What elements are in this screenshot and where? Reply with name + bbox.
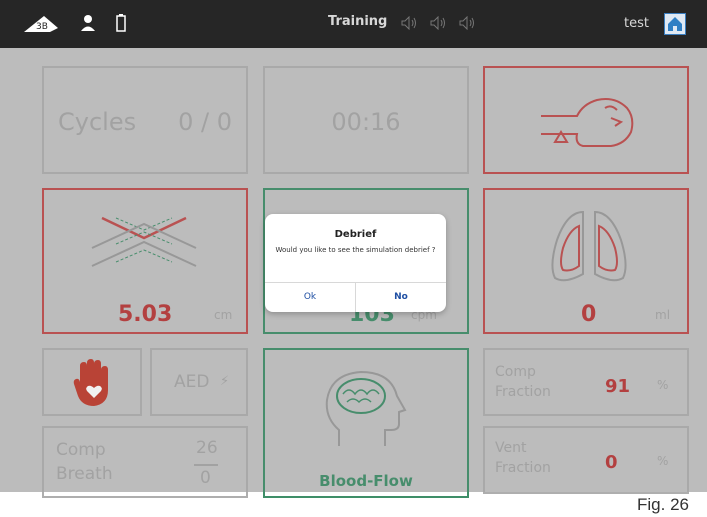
person-icon [80,14,96,36]
top-bar: 3B Training test [0,0,707,48]
ok-button[interactable]: Ok [265,284,355,310]
debrief-dialog: Debrief Would you like to see the simula… [265,214,446,312]
dialog-message: Would you like to see the simulation deb… [275,246,436,254]
no-button[interactable]: No [356,284,446,310]
home-icon[interactable] [664,13,686,35]
svg-text:3B: 3B [36,22,48,32]
dialog-title: Debrief [334,229,377,240]
user-name: test [624,16,649,31]
battery-icon [116,14,126,36]
figure-caption: Fig. 26 [637,495,689,514]
3b-logo-icon: 3B [22,12,62,36]
speaker-icon[interactable] [430,15,446,34]
mode-title: Training [328,14,388,29]
speaker-icon[interactable] [459,15,475,34]
speaker-icon[interactable] [401,15,417,34]
